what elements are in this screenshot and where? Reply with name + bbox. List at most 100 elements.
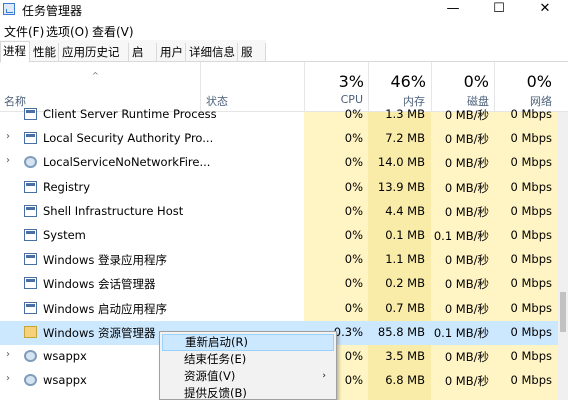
close-button[interactable]: ✕ bbox=[522, 0, 568, 20]
menu-view[interactable]: 查看(V) bbox=[92, 23, 134, 40]
app-icon bbox=[24, 229, 37, 241]
cpu-total[interactable]: 3% bbox=[304, 72, 364, 91]
expand-chevron-icon[interactable]: › bbox=[6, 349, 10, 360]
process-name: Windows 会话管理器 bbox=[43, 277, 156, 292]
title-bar: 任务管理器 — ☐ ✕ bbox=[0, 0, 568, 20]
network-value: 0 Mbps bbox=[510, 228, 553, 242]
process-name: Shell Infrastructure Host bbox=[43, 203, 184, 218]
app-icon bbox=[24, 180, 37, 193]
process-name: Windows 登录应用程序 bbox=[43, 253, 167, 268]
process-name: LocalServiceNoNetworkFire... bbox=[43, 155, 211, 170]
menu-file[interactable]: 文件(F) bbox=[4, 23, 44, 40]
memory-value: 13.9 MB bbox=[377, 179, 425, 194]
gear-icon bbox=[24, 156, 37, 169]
window-title: 任务管理器 bbox=[22, 4, 83, 18]
process-row[interactable]: › LocalServiceNoNetworkFire... 0% 14.0 MB 0 … bbox=[0, 151, 568, 175]
expand-chevron-icon[interactable]: › bbox=[6, 131, 10, 142]
memory-value: 14.0 MB bbox=[377, 155, 425, 170]
disk-value: 0 MB/秒 bbox=[444, 277, 489, 292]
process-name: Client Server Runtime Process bbox=[43, 107, 217, 121]
cpu-value: 0% bbox=[344, 300, 363, 315]
app-icon bbox=[24, 301, 37, 314]
process-row[interactable]: Shell Infrastructure Host 0% 4.4 MB 0 MB/秒 0… bbox=[0, 200, 568, 224]
network-value: 0 Mbps bbox=[510, 107, 553, 121]
memory-value: 1.1 MB bbox=[385, 252, 425, 267]
disk-value: 0 MB/秒 bbox=[444, 132, 489, 147]
network-value: 0 Mbps bbox=[510, 349, 553, 363]
network-value: 0 Mbps bbox=[510, 252, 553, 267]
tab-users[interactable]: 用户 bbox=[158, 43, 186, 62]
network-value: 0 Mbps bbox=[510, 300, 553, 315]
disk-value: 0 MB/秒 bbox=[444, 180, 489, 195]
cpu-value: 0% bbox=[344, 131, 363, 146]
menu-feedback[interactable]: 提供反馈(B) bbox=[162, 385, 334, 400]
disk-value: 0 MB/秒 bbox=[444, 108, 489, 122]
disk-value: 0 MB/秒 bbox=[444, 156, 489, 171]
tab-performance[interactable]: 性能 bbox=[31, 43, 59, 62]
process-row[interactable]: Client Server Runtime Process 0% 1.3 MB 0 M… bbox=[0, 103, 568, 127]
network-total[interactable]: 0% bbox=[494, 72, 552, 91]
task-manager-icon bbox=[3, 3, 15, 15]
scroll-thumb[interactable] bbox=[560, 292, 566, 332]
menu-end-task[interactable]: 结束任务(E) bbox=[162, 351, 334, 368]
tab-details[interactable]: 详细信息 bbox=[187, 43, 238, 62]
disk-value: 0 MB/秒 bbox=[444, 253, 489, 268]
maximize-button[interactable]: ☐ bbox=[476, 0, 522, 20]
cpu-value: 0% bbox=[344, 107, 363, 121]
disk-total[interactable]: 0% bbox=[431, 72, 489, 91]
disk-value: 0.1 MB/秒 bbox=[433, 325, 489, 340]
tab-bar: 进程 性能 应用历史记录 启动 用户 详细信息 服务 bbox=[0, 40, 568, 75]
process-row[interactable]: Registry 0% 13.9 MB 0 MB/秒 0 Mbps bbox=[0, 176, 568, 200]
menu-resource-values[interactable]: 资源值(V) › bbox=[162, 368, 334, 385]
process-name: Windows 启动应用程序 bbox=[43, 301, 167, 316]
process-row[interactable]: Windows 启动应用程序 0% 0.7 MB 0 MB/秒 0 Mbps bbox=[0, 297, 568, 321]
network-value: 0 Mbps bbox=[510, 203, 553, 218]
gear-icon bbox=[24, 350, 37, 362]
menu-restart-label: 重新启动(R) bbox=[185, 335, 248, 349]
process-name: wsappx bbox=[43, 349, 87, 363]
tab-app-history[interactable]: 应用历史记录 bbox=[60, 43, 129, 75]
process-row[interactable]: › Local Security Authority Pro... 0% 7.2 MB… bbox=[0, 127, 568, 151]
tab-processes[interactable]: 进程 bbox=[0, 41, 30, 63]
menu-bar: 文件(F) 选项(O) 查看(V) bbox=[0, 20, 568, 40]
network-value: 0 Mbps bbox=[510, 131, 553, 146]
vertical-scrollbar[interactable] bbox=[558, 112, 568, 400]
disk-value: 0 MB/秒 bbox=[444, 301, 489, 316]
app-icon bbox=[24, 204, 37, 217]
context-menu: 重新启动(R) 结束任务(E) 资源值(V) › 提供反馈(B) bbox=[159, 331, 337, 400]
app-icon bbox=[24, 277, 37, 290]
expand-chevron-icon[interactable]: › bbox=[6, 373, 10, 384]
disk-value: 0 MB/秒 bbox=[444, 204, 489, 219]
app-icon bbox=[24, 253, 37, 266]
process-name: System bbox=[43, 228, 86, 242]
app-icon bbox=[24, 108, 37, 120]
app-icon bbox=[24, 132, 37, 145]
disk-value: 0.1 MB/秒 bbox=[433, 229, 489, 243]
process-row[interactable]: Windows 登录应用程序 0% 1.1 MB 0 MB/秒 0 Mbps bbox=[0, 248, 568, 272]
memory-value: 0.1 MB bbox=[385, 228, 425, 242]
memory-value: 85.8 MB bbox=[377, 324, 425, 339]
menu-restart[interactable]: 重新启动(R) bbox=[162, 334, 334, 351]
menu-options[interactable]: 选项(O) bbox=[46, 23, 89, 40]
expand-chevron-icon[interactable]: › bbox=[6, 155, 10, 166]
tab-services[interactable]: 服务 bbox=[239, 43, 266, 75]
cpu-value: 0% bbox=[344, 252, 363, 267]
cpu-value: 0% bbox=[344, 179, 363, 194]
cpu-value: 0% bbox=[344, 228, 363, 242]
memory-value: 0.7 MB bbox=[385, 300, 425, 315]
process-row[interactable]: System 0% 0.1 MB 0.1 MB/秒 0 Mbps bbox=[0, 224, 568, 248]
cpu-value: 0% bbox=[344, 276, 363, 291]
cpu-value: 0% bbox=[344, 155, 363, 170]
memory-value: 6.8 MB bbox=[385, 373, 425, 388]
memory-total[interactable]: 46% bbox=[368, 72, 426, 91]
cpu-value: 0% bbox=[344, 203, 363, 218]
process-name: wsappx bbox=[43, 373, 87, 388]
menu-end-task-label: 结束任务(E) bbox=[184, 352, 247, 366]
minimize-button[interactable]: — bbox=[430, 0, 476, 20]
tab-startup[interactable]: 启动 bbox=[130, 43, 157, 75]
process-row[interactable]: Windows 会话管理器 0% 0.2 MB 0 MB/秒 0 Mbps bbox=[0, 272, 568, 296]
process-name: Registry bbox=[43, 179, 91, 194]
memory-value: 1.3 MB bbox=[385, 107, 425, 121]
process-name: Windows 资源管理器 bbox=[43, 325, 156, 340]
process-name: Local Security Authority Pro... bbox=[43, 131, 214, 146]
